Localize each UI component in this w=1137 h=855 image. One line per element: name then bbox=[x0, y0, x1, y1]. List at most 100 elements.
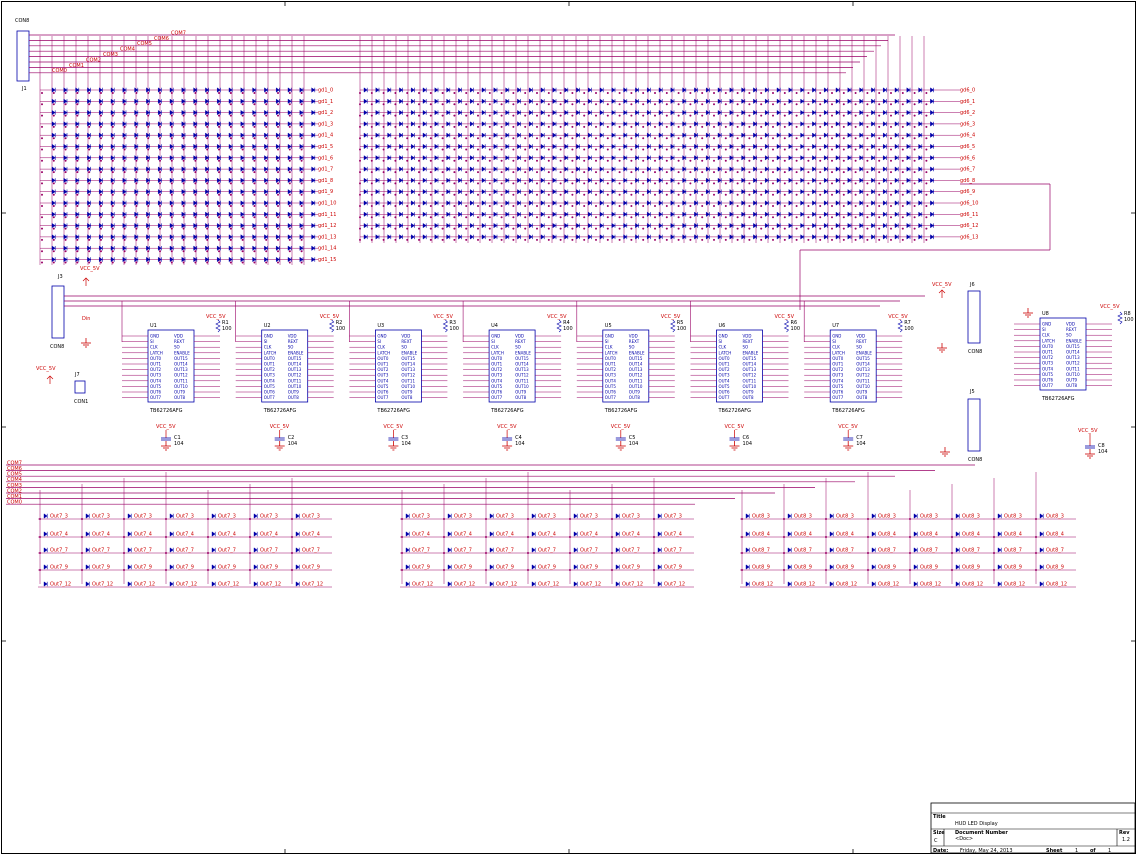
row-net-label: Out7_3 bbox=[538, 514, 556, 520]
led-diode bbox=[847, 223, 852, 229]
junction-dot bbox=[265, 159, 268, 162]
led-diode bbox=[228, 132, 233, 138]
led-diode bbox=[847, 177, 852, 183]
led-diode bbox=[193, 211, 198, 217]
driver-part-label: TB62726AFG bbox=[263, 408, 297, 414]
driver-pin-right: OUT8 bbox=[401, 395, 413, 400]
led-diode bbox=[470, 132, 474, 138]
led-diode bbox=[228, 234, 233, 240]
junction-dot bbox=[88, 261, 91, 264]
junction-dot bbox=[170, 205, 173, 207]
row-net-label: Out8_3 bbox=[962, 514, 980, 520]
led-diode bbox=[800, 177, 805, 183]
led-diode bbox=[776, 155, 781, 161]
capacitor-value-label: 104 bbox=[174, 441, 184, 447]
junction-dot bbox=[819, 238, 822, 241]
junction-dot bbox=[288, 261, 291, 264]
junction-dot bbox=[701, 137, 704, 140]
junction-dot bbox=[536, 238, 538, 241]
resistor-value-label: 100 bbox=[222, 326, 232, 332]
led-diode bbox=[458, 166, 462, 172]
led-diode bbox=[529, 234, 533, 240]
led-diode bbox=[657, 513, 662, 519]
led-diode bbox=[776, 223, 781, 229]
row-net-label: Out7_12 bbox=[664, 582, 685, 588]
junction-dot bbox=[488, 193, 491, 196]
led-diode bbox=[599, 98, 604, 104]
junction-dot bbox=[429, 216, 432, 219]
junction-dot bbox=[713, 205, 715, 207]
junction-dot bbox=[182, 238, 185, 241]
junction-dot bbox=[571, 148, 574, 151]
junction-dot bbox=[418, 114, 420, 117]
led-diode bbox=[788, 110, 793, 116]
row-net-label: Out8_12 bbox=[1046, 582, 1067, 588]
led-diode bbox=[193, 245, 198, 251]
led-diode bbox=[883, 234, 887, 240]
led-diode bbox=[181, 245, 186, 251]
power-net-label: VCC_5V bbox=[383, 424, 403, 430]
com-net-label: COM5 bbox=[137, 41, 152, 47]
junction-dot bbox=[477, 216, 479, 219]
junction-dot bbox=[618, 92, 621, 94]
junction-dot bbox=[795, 125, 798, 128]
led-diode bbox=[193, 98, 198, 104]
junction-dot bbox=[665, 148, 668, 151]
led-diode bbox=[211, 564, 216, 570]
led-diode bbox=[446, 166, 451, 172]
junction-dot bbox=[772, 148, 774, 151]
junction-dot bbox=[689, 114, 692, 117]
led-diode bbox=[470, 200, 474, 206]
led-diode bbox=[611, 143, 616, 150]
led-diode bbox=[299, 87, 304, 93]
junction-dot bbox=[488, 114, 491, 117]
junction-dot bbox=[206, 159, 209, 162]
junction-dot bbox=[654, 182, 656, 185]
row-labels-left: gd1_0gd1_1gd1_2gd1_3gd1_4gd1_5gd1_6gd1_7… bbox=[318, 88, 336, 264]
driver-pin-right: OUT12 bbox=[401, 373, 415, 378]
led-diode bbox=[75, 223, 80, 229]
led-diode bbox=[670, 87, 675, 93]
junction-dot bbox=[901, 216, 904, 219]
junction-dot bbox=[123, 92, 126, 94]
junction-dot bbox=[241, 193, 244, 196]
led-diode bbox=[264, 223, 268, 229]
row-net-label: gd6_3 bbox=[960, 121, 975, 127]
led-diode bbox=[859, 234, 864, 240]
junction-dot bbox=[642, 92, 645, 94]
junction-dot bbox=[951, 536, 953, 538]
row-net-label: Out7_4 bbox=[50, 532, 68, 538]
junction-dot bbox=[783, 216, 786, 219]
led-diode bbox=[540, 166, 545, 172]
junction-dot bbox=[701, 216, 704, 219]
junction-dot bbox=[147, 238, 150, 241]
junction-dot bbox=[111, 125, 114, 128]
junction-dot bbox=[406, 238, 409, 241]
row-net-label: Out7_7 bbox=[412, 548, 430, 554]
junction-dot bbox=[382, 103, 385, 106]
led-diode bbox=[859, 200, 864, 206]
driver-pin-left: OUT3 bbox=[264, 373, 276, 378]
led-diode bbox=[635, 155, 639, 161]
junction-dot bbox=[878, 103, 881, 106]
led-diode bbox=[906, 98, 911, 104]
led-diode bbox=[470, 166, 474, 172]
led-diode bbox=[363, 189, 368, 195]
junction-dot bbox=[677, 227, 680, 230]
led-diode bbox=[599, 189, 604, 195]
junction-dot bbox=[701, 182, 704, 185]
led-diode bbox=[405, 531, 410, 537]
junction-dot bbox=[524, 92, 527, 94]
junction-dot bbox=[194, 250, 197, 253]
junction-dot bbox=[253, 227, 256, 230]
led-diode bbox=[75, 155, 80, 161]
led-diode bbox=[276, 200, 280, 206]
junction-dot bbox=[831, 148, 833, 151]
junction-dot bbox=[606, 125, 609, 128]
junction-dot bbox=[241, 148, 244, 151]
led-diode bbox=[829, 531, 834, 537]
led-diode bbox=[918, 223, 923, 229]
led-diode bbox=[800, 121, 805, 127]
led-diode bbox=[193, 177, 198, 183]
junction-dot bbox=[206, 261, 209, 264]
